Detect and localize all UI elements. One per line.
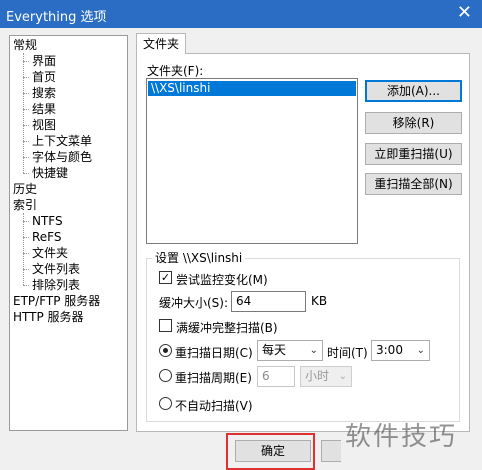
- tree-branch: [23, 61, 29, 62]
- check-mark-icon: ✓: [160, 271, 171, 284]
- rescan-daily-radio[interactable]: [159, 344, 172, 357]
- tree-branch: [23, 253, 29, 254]
- ok-button[interactable]: 确定: [235, 440, 311, 462]
- tree-item-exclude[interactable]: 排除列表: [32, 277, 80, 293]
- folder-list-item[interactable]: \\XS\linshi: [148, 81, 356, 96]
- tree-item-folders[interactable]: 文件夹: [32, 245, 68, 261]
- rescan-day-select[interactable]: 每天 ⌄: [257, 340, 323, 361]
- chevron-down-icon: ⌄: [309, 345, 318, 356]
- tree-branch: [23, 77, 29, 78]
- rescan-period-input[interactable]: 6: [257, 366, 295, 387]
- rescan-periodic-label: 重扫描周期(E): [175, 371, 252, 385]
- rescan-periodic-radio[interactable]: [159, 369, 172, 382]
- rescan-all-button[interactable]: 重扫描全部(N): [365, 173, 462, 195]
- watermark-text: 软件技巧: [345, 422, 458, 452]
- rescan-time-value: 3:00: [376, 343, 403, 357]
- rescan-now-button[interactable]: 立即重扫描(U): [365, 143, 462, 165]
- tree-item-shortcuts[interactable]: 快捷键: [32, 165, 68, 181]
- time-label: 时间(T): [327, 346, 368, 360]
- radio-selected-dot: [163, 348, 168, 353]
- tree-branch: [23, 173, 29, 174]
- folders-label: 文件夹(F):: [147, 64, 204, 78]
- folders-listbox[interactable]: \\XS\linshi: [146, 78, 358, 244]
- settings-legend: 设置 \\XS\linshi: [152, 251, 246, 265]
- tree-branch: [23, 157, 29, 158]
- tree-item-home[interactable]: 首页: [32, 69, 56, 85]
- title-bar: Everything 选项 ✕: [0, 0, 482, 28]
- buffer-size-label: 缓冲大小(S):: [159, 296, 229, 310]
- tree-item-refs[interactable]: ReFS: [32, 229, 62, 245]
- tree-item-context-menu[interactable]: 上下文菜单: [32, 133, 92, 149]
- tree-branch: [23, 285, 29, 286]
- tree-item-http-server[interactable]: HTTP 服务器: [13, 309, 84, 325]
- tree-item-results[interactable]: 结果: [32, 101, 56, 117]
- no-auto-scan-label: 不自动扫描(V): [175, 399, 253, 413]
- chevron-down-icon: ⌄: [416, 345, 425, 356]
- rescan-period-unit-select[interactable]: 小时 ⌄: [300, 366, 352, 387]
- tree-branch: [23, 269, 29, 270]
- tree-item-file-lists[interactable]: 文件列表: [32, 261, 80, 277]
- full-rescan-label: 满缓冲完整扫描(B): [176, 321, 278, 335]
- tree-item-history[interactable]: 历史: [13, 181, 37, 197]
- tree-item-fonts-colors[interactable]: 字体与颜色: [32, 149, 92, 165]
- tree-guide-line: [23, 53, 24, 173]
- tree-branch: [23, 93, 29, 94]
- category-tree: 常规 界面 首页 搜索 结果 视图 上下文菜单 字体与颜色 快捷键 历史 索引 …: [9, 35, 128, 431]
- tree-branch: [23, 141, 29, 142]
- rescan-day-value: 每天: [262, 343, 287, 357]
- tree-item-interface[interactable]: 界面: [32, 53, 56, 69]
- tree-item-search[interactable]: 搜索: [32, 85, 56, 101]
- full-rescan-checkbox[interactable]: [159, 319, 172, 332]
- close-icon[interactable]: ✕: [457, 3, 472, 23]
- tree-item-ntfs[interactable]: NTFS: [32, 213, 63, 229]
- monitor-changes-checkbox[interactable]: ✓: [159, 271, 172, 284]
- tree-branch: [23, 237, 29, 238]
- cancel-button-partial[interactable]: [321, 440, 341, 462]
- rescan-time-select[interactable]: 3:00 ⌄: [371, 340, 430, 361]
- add-folder-button[interactable]: 添加(A)...: [365, 80, 462, 102]
- buffer-size-input[interactable]: 64: [231, 291, 306, 312]
- tree-item-view[interactable]: 视图: [32, 117, 56, 133]
- window-title: Everything 选项: [6, 10, 107, 25]
- tab-folders[interactable]: 文件夹: [136, 33, 186, 54]
- buffer-unit-label: KB: [311, 294, 328, 308]
- tree-branch: [23, 221, 29, 222]
- monitor-changes-label: 尝试监控变化(M): [176, 273, 268, 287]
- tree-guide-line: [23, 213, 24, 285]
- tree-item-ftp-server[interactable]: ETP/FTP 服务器: [13, 293, 100, 309]
- rescan-daily-label: 重扫描日期(C): [175, 346, 253, 360]
- remove-folder-button[interactable]: 移除(R): [365, 112, 462, 134]
- rescan-period-unit-value: 小时: [305, 369, 330, 383]
- no-auto-scan-radio[interactable]: [159, 397, 172, 410]
- tree-branch: [23, 125, 29, 126]
- tree-branch: [23, 109, 29, 110]
- tree-item-index[interactable]: 索引: [13, 197, 37, 213]
- tree-item-general[interactable]: 常规: [13, 37, 37, 53]
- chevron-down-icon: ⌄: [338, 371, 347, 382]
